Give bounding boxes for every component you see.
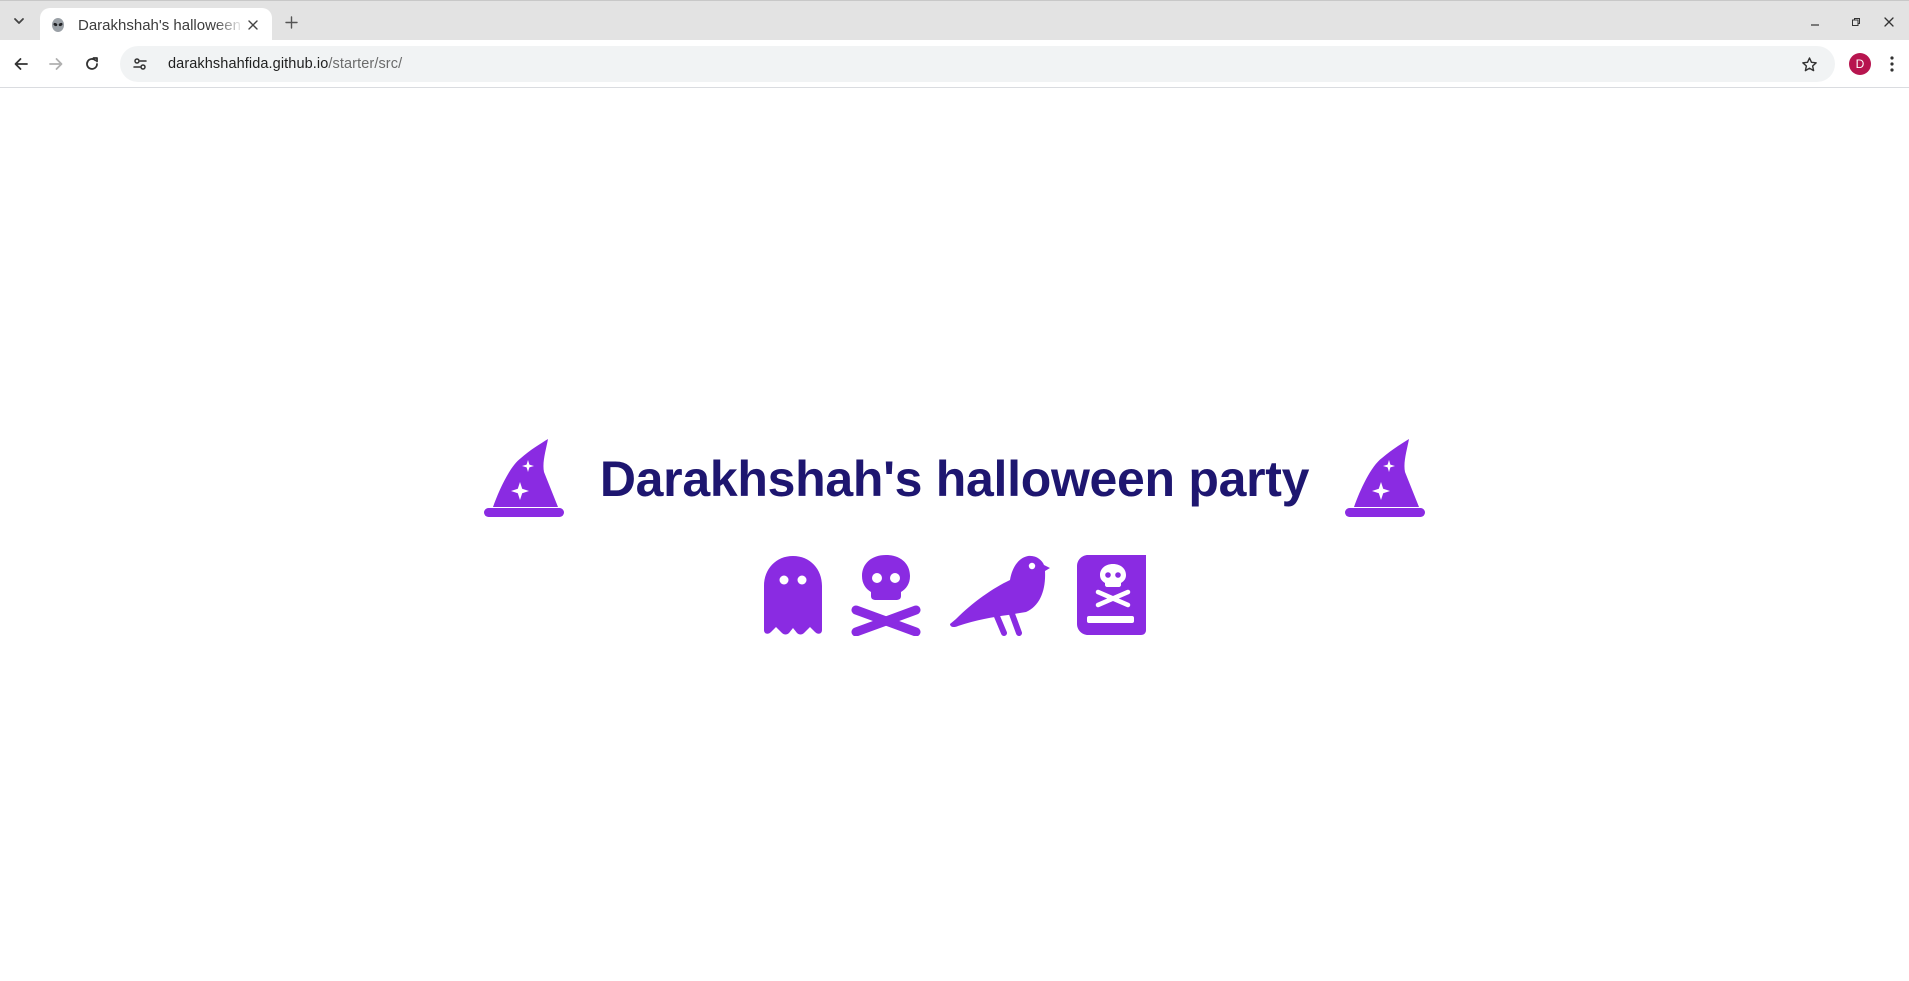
witch-hat-icon bbox=[483, 439, 564, 517]
minimize-icon bbox=[1811, 24, 1819, 26]
back-button[interactable] bbox=[7, 50, 35, 78]
halloween-icons-row bbox=[0, 554, 1909, 636]
close-icon bbox=[1884, 17, 1894, 27]
skull-crossbones-icon bbox=[851, 555, 920, 636]
new-tab-button[interactable] bbox=[280, 11, 302, 33]
url-path: /starter/src/ bbox=[328, 56, 403, 72]
crow-icon bbox=[949, 555, 1050, 636]
profile-avatar[interactable]: D bbox=[1849, 53, 1871, 75]
bookmark-star-icon[interactable] bbox=[1795, 50, 1823, 78]
browser-menu-button[interactable] bbox=[1884, 52, 1900, 76]
forward-button[interactable] bbox=[42, 50, 70, 78]
tab-search-button[interactable] bbox=[6, 8, 32, 34]
spell-book-icon bbox=[1076, 555, 1146, 635]
reload-icon bbox=[86, 57, 98, 70]
address-bar[interactable]: darakhshahfida.github.io/starter/src/ bbox=[120, 46, 1835, 82]
alien-icon bbox=[50, 17, 66, 33]
site-info-icon[interactable] bbox=[126, 50, 154, 78]
url-text: darakhshahfida.github.io/starter/src/ bbox=[168, 56, 402, 72]
arrow-left-icon bbox=[14, 58, 28, 70]
minimize-button[interactable] bbox=[1804, 11, 1826, 33]
chevron-down-icon bbox=[14, 18, 24, 24]
page-viewport: Darakhshah's halloween party bbox=[0, 89, 1909, 981]
more-vertical-icon bbox=[1890, 56, 1894, 72]
close-window-button[interactable] bbox=[1878, 11, 1900, 33]
tab-title: Darakhshah's halloween party bbox=[78, 16, 244, 34]
close-tab-icon[interactable] bbox=[244, 16, 262, 34]
tab-active[interactable]: Darakhshah's halloween party bbox=[40, 8, 272, 42]
ghost-icon bbox=[763, 556, 822, 635]
browser-window: Darakhshah's halloween party bbox=[0, 0, 1909, 981]
restore-icon bbox=[1852, 18, 1860, 26]
browser-toolbar: darakhshahfida.github.io/starter/src/ D bbox=[0, 40, 1909, 88]
heading-row: Darakhshah's halloween party bbox=[0, 438, 1909, 520]
url-host: darakhshahfida.github.io bbox=[168, 56, 329, 72]
reload-button[interactable] bbox=[78, 50, 106, 78]
tab-strip: Darakhshah's halloween party bbox=[0, 0, 1909, 42]
page-title: Darakhshah's halloween party bbox=[599, 451, 1310, 507]
restore-button[interactable] bbox=[1845, 11, 1867, 33]
plus-icon bbox=[284, 15, 298, 29]
arrow-right-icon bbox=[49, 58, 63, 70]
witch-hat-icon bbox=[1345, 439, 1426, 517]
